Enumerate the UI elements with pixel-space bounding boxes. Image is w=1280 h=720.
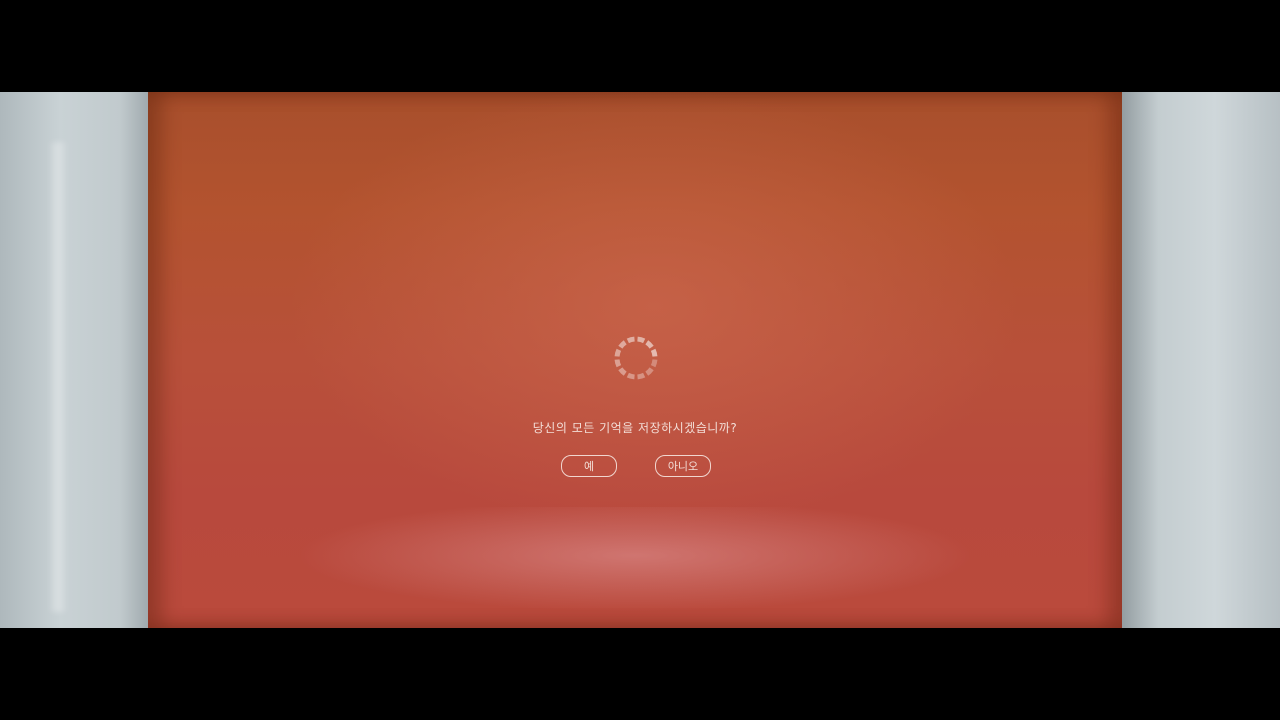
device-bezel-left	[0, 92, 150, 628]
no-button[interactable]: 아니오	[655, 455, 711, 477]
spinner-segment	[626, 372, 635, 380]
letterbox-bottom	[0, 628, 1280, 720]
device-screen: 당신의 모든 기억을 저장하시겠습니까? 예 아니오	[148, 92, 1122, 628]
spinner-segment	[618, 340, 627, 349]
screen-glare	[148, 507, 1122, 628]
device-bezel-right	[1118, 92, 1280, 628]
spinner-segment	[637, 336, 646, 344]
spinner-segment	[614, 359, 622, 368]
spinner-segment	[614, 348, 622, 357]
scene: 당신의 모든 기억을 저장하시겠습니까? 예 아니오	[0, 92, 1280, 628]
letterbox-top	[0, 0, 1280, 92]
spinner-segment	[626, 336, 635, 344]
dialog-message: 당신의 모든 기억을 저장하시겠습니까?	[532, 421, 738, 435]
video-frame: 당신의 모든 기억을 저장하시겠습니까? 예 아니오	[0, 0, 1280, 720]
spinner-segment	[645, 367, 654, 376]
bezel-highlight	[48, 142, 68, 612]
spinner-segment	[645, 340, 654, 349]
loading-spinner-icon	[614, 336, 658, 380]
spinner-segment	[618, 367, 627, 376]
yes-button[interactable]: 예	[561, 455, 617, 477]
spinner-segment	[637, 372, 646, 380]
spinner-segment	[650, 359, 658, 368]
spinner-segment	[650, 348, 658, 357]
